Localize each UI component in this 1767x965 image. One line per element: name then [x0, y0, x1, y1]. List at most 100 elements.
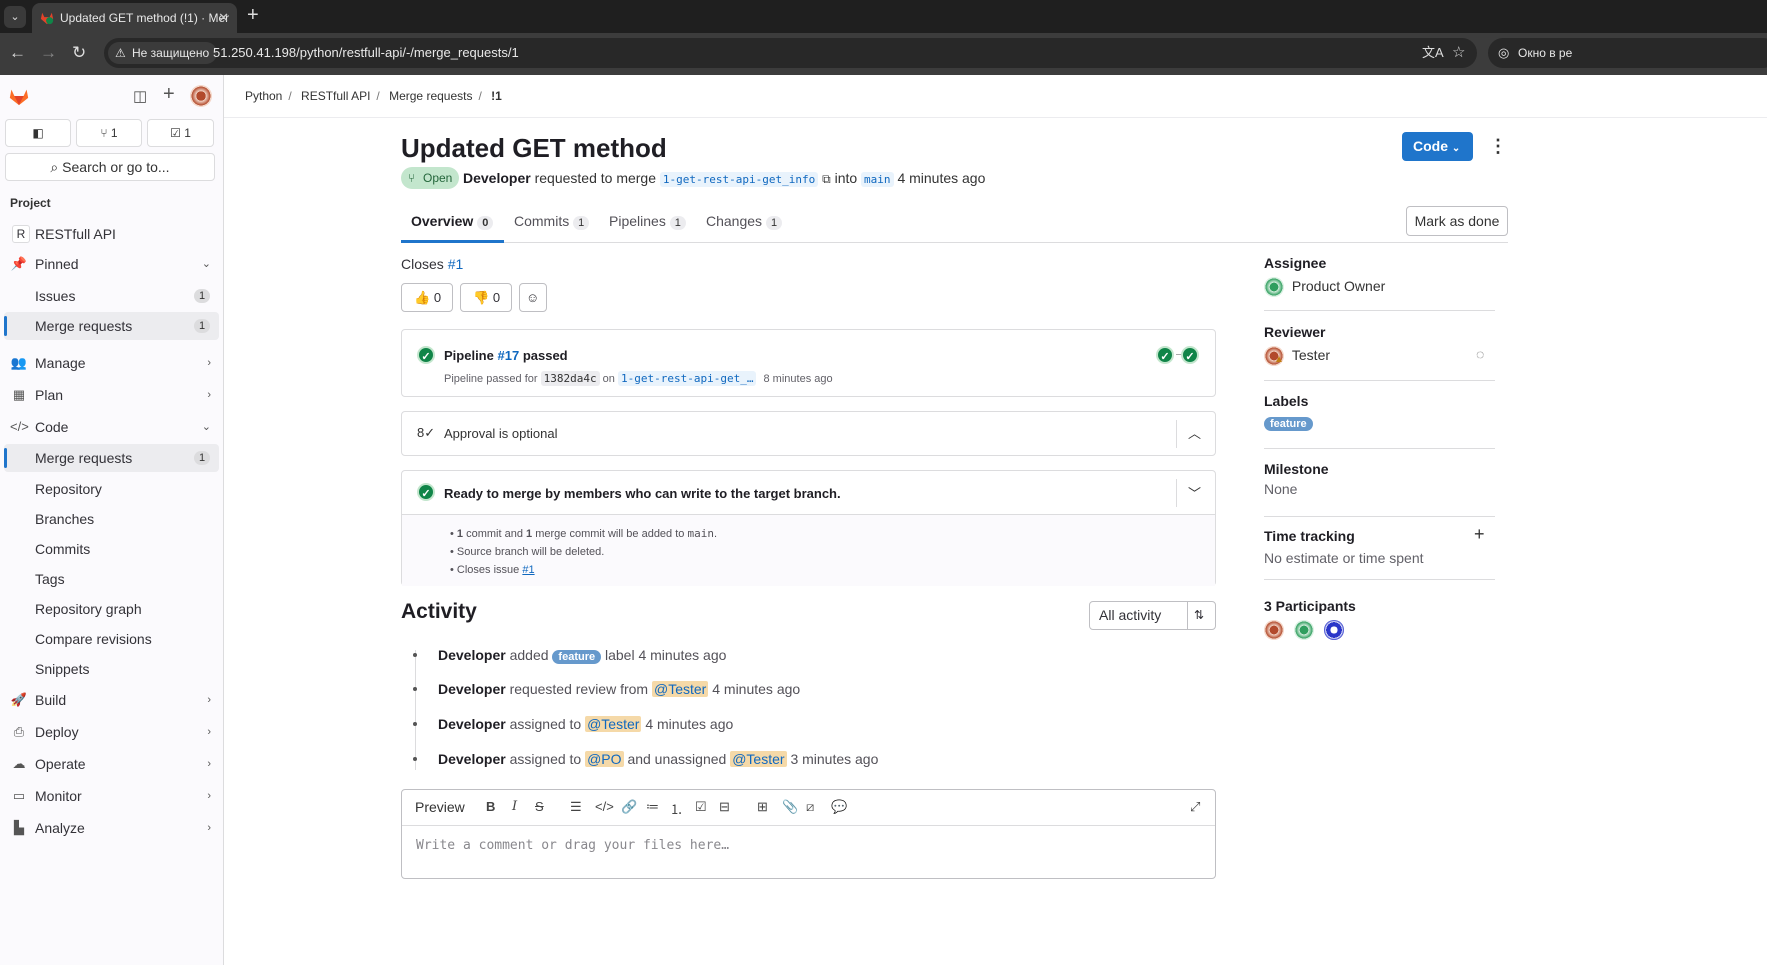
- italic-icon[interactable]: I: [512, 799, 517, 814]
- assigned-issues-button[interactable]: ◧: [5, 119, 71, 147]
- sidebar-item-project[interactable]: R RESTfull API: [4, 220, 219, 248]
- tab-commits[interactable]: Commits 1: [514, 213, 590, 230]
- actor-link[interactable]: Developer: [438, 716, 506, 732]
- comment-textarea[interactable]: Write a comment or drag your files here…: [416, 838, 729, 853]
- translate-icon[interactable]: 文A: [1422, 38, 1444, 68]
- sidebar-item-code[interactable]: </> Code ⌄: [4, 413, 219, 441]
- sidebar-item-issues[interactable]: Issues 1: [4, 282, 219, 310]
- sidebar-item-operate[interactable]: ☁ Operate ›: [4, 750, 219, 778]
- sidebar-item-build[interactable]: 🚀 Build ›: [4, 686, 219, 714]
- activity-filter-dropdown[interactable]: All activity: [1099, 602, 1161, 629]
- copy-icon[interactable]: ⧉: [822, 172, 831, 186]
- user-mention[interactable]: @Tester: [585, 716, 642, 732]
- participant-avatar[interactable]: [1323, 620, 1344, 640]
- pipeline-link[interactable]: #17: [497, 348, 519, 363]
- new-tab-icon[interactable]: +: [247, 4, 259, 27]
- breadcrumb-item[interactable]: RESTfull API: [301, 89, 370, 103]
- user-mention[interactable]: @PO: [585, 751, 624, 767]
- actor-link[interactable]: Developer: [438, 751, 506, 767]
- chevron-up-icon[interactable]: ︿: [1188, 423, 1201, 442]
- slash-command-icon[interactable]: ⧄: [806, 799, 814, 815]
- task-list-icon[interactable]: ☑: [695, 799, 707, 815]
- collapsible-icon[interactable]: ⊟: [719, 799, 730, 815]
- quote-icon[interactable]: ☰: [570, 799, 582, 815]
- mark-as-done-button[interactable]: Mark as done: [1406, 206, 1508, 236]
- reviewer-name[interactable]: Tester: [1292, 347, 1330, 363]
- participant-avatar[interactable]: [1293, 620, 1314, 640]
- reload-icon[interactable]: ↻: [72, 43, 86, 63]
- stage-success-icon[interactable]: ✓: [1156, 346, 1174, 364]
- author-link[interactable]: Developer: [463, 170, 531, 186]
- close-tab-icon[interactable]: ✕: [218, 3, 229, 33]
- review-status-icon[interactable]: ◌: [1476, 346, 1484, 362]
- code-icon[interactable]: </>: [595, 799, 614, 814]
- sidebar-item-merge-requests[interactable]: Merge requests 1: [4, 444, 219, 472]
- fullscreen-icon[interactable]: ⤢: [1190, 799, 1200, 815]
- code-dropdown-button[interactable]: Code ⌄: [1402, 132, 1473, 161]
- gitlab-logo-icon[interactable]: [8, 85, 30, 107]
- comment-icon[interactable]: 💬: [831, 799, 847, 815]
- stage-success-icon[interactable]: ✓: [1181, 346, 1199, 364]
- sidebar-item-repository-graph[interactable]: Repository graph: [4, 595, 219, 623]
- breadcrumb-item[interactable]: !1: [491, 89, 502, 103]
- sidebar-item-analyze[interactable]: ▙ Analyze ›: [4, 814, 219, 842]
- sidebar-item-snippets[interactable]: Snippets: [4, 655, 219, 683]
- search-button[interactable]: ⌕ Search or go to...: [5, 153, 215, 181]
- thumbs-down-button[interactable]: 👎 0: [460, 283, 512, 312]
- sidebar-item-pinned[interactable]: 📌 Pinned ⌄: [4, 250, 219, 278]
- back-icon[interactable]: ←: [9, 43, 26, 63]
- participant-avatar[interactable]: [1264, 620, 1284, 640]
- thumbs-up-button[interactable]: 👍 0: [401, 283, 453, 312]
- sidebar-item-merge-requests-pinned[interactable]: Merge requests 1: [4, 312, 219, 340]
- todo-count-button[interactable]: ☑ 1: [147, 119, 214, 147]
- breadcrumb-item[interactable]: Merge requests: [389, 89, 472, 103]
- tab-changes[interactable]: Changes 1: [706, 213, 783, 230]
- table-icon[interactable]: ⊞: [757, 799, 768, 815]
- breadcrumb-item[interactable]: Python: [245, 89, 282, 103]
- create-new-icon[interactable]: +: [163, 83, 175, 106]
- add-time-icon[interactable]: +: [1474, 524, 1485, 545]
- url-input[interactable]: ⚠ Не защищено 51.250.41.198/python/restfu…: [104, 38, 1477, 68]
- incognito-indicator[interactable]: ◎ Окно в ре: [1488, 38, 1767, 68]
- security-indicator[interactable]: ⚠ Не защищено: [108, 42, 218, 64]
- sidebar-item-deploy[interactable]: ⎙ Deploy ›: [4, 718, 219, 746]
- sidebar-item-monitor[interactable]: ▭ Monitor ›: [4, 782, 219, 810]
- strikethrough-icon[interactable]: S: [535, 799, 544, 814]
- attachment-icon[interactable]: 📎: [782, 799, 798, 815]
- actor-link[interactable]: Developer: [438, 647, 506, 663]
- label-badge[interactable]: feature: [552, 650, 602, 664]
- chevron-down-icon[interactable]: ﹀: [1188, 483, 1201, 502]
- target-branch-link[interactable]: main: [861, 172, 894, 187]
- bookmark-star-icon[interactable]: ☆: [1452, 38, 1465, 68]
- more-actions-icon[interactable]: ⋮: [1489, 136, 1507, 157]
- sidebar-item-manage[interactable]: 👥 Manage ›: [4, 349, 219, 377]
- label-badge[interactable]: feature: [1264, 417, 1313, 431]
- browser-tab[interactable]: Updated GET method (!1) · Mer ✕: [32, 3, 237, 33]
- add-reaction-button[interactable]: ☺: [519, 283, 547, 312]
- user-avatar[interactable]: [190, 85, 212, 107]
- bold-icon[interactable]: B: [486, 799, 495, 814]
- sidebar-toggle-icon[interactable]: ◫: [133, 87, 147, 105]
- branch-link[interactable]: 1-get-rest-api-get_…: [617, 371, 757, 386]
- commit-sha[interactable]: 1382da4c: [540, 371, 600, 386]
- tab-pipelines[interactable]: Pipelines 1: [609, 213, 686, 230]
- sidebar-item-commits[interactable]: Commits: [4, 535, 219, 563]
- user-mention[interactable]: @Tester: [652, 681, 709, 697]
- sort-direction-icon[interactable]: ⇅: [1194, 602, 1204, 629]
- sidebar-item-compare-revisions[interactable]: Compare revisions: [4, 625, 219, 653]
- merge-requests-count-button[interactable]: ⑂ 1: [76, 119, 142, 147]
- assignee-name[interactable]: Product Owner: [1292, 278, 1385, 294]
- tab-overview[interactable]: Overview 0: [411, 213, 494, 230]
- preview-tab[interactable]: Preview: [415, 799, 465, 815]
- sidebar-item-tags[interactable]: Tags: [4, 565, 219, 593]
- forward-icon[interactable]: →: [40, 43, 57, 63]
- sidebar-item-branches[interactable]: Branches: [4, 505, 219, 533]
- issue-link[interactable]: #1: [448, 256, 464, 272]
- bullet-list-icon[interactable]: ≔: [646, 799, 659, 815]
- link-icon[interactable]: 🔗: [621, 799, 637, 815]
- numbered-list-icon[interactable]: ⒈: [670, 799, 683, 818]
- source-branch-link[interactable]: 1-get-rest-api-get_info: [659, 172, 819, 187]
- sidebar-item-repository[interactable]: Repository: [4, 475, 219, 503]
- user-mention[interactable]: @Tester: [730, 751, 787, 767]
- sidebar-item-plan[interactable]: ▦ Plan ›: [4, 381, 219, 409]
